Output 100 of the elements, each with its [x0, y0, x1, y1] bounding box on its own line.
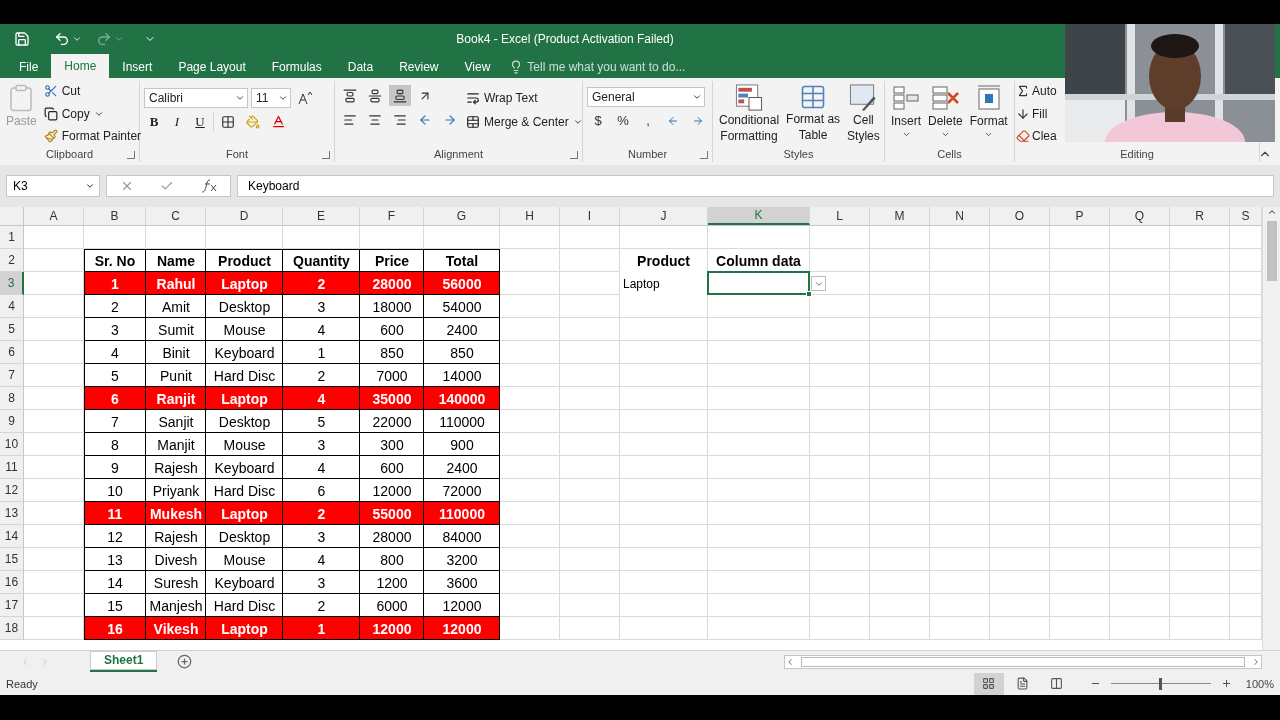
table-cell: 55000 [360, 502, 424, 525]
dialog-launcher-icon[interactable] [127, 151, 135, 159]
dialog-launcher-icon[interactable] [570, 151, 578, 159]
table-cell: 600 [360, 318, 424, 341]
row-number[interactable]: 8 [0, 387, 24, 410]
caret-icon [940, 130, 950, 139]
horizontal-scrollbar[interactable] [784, 654, 1262, 669]
row-number[interactable]: 12 [0, 479, 24, 502]
ribbon-tab[interactable]: Page Layout [165, 56, 259, 78]
chevron-left-icon [785, 656, 795, 667]
view-button[interactable] [973, 672, 1004, 695]
undo-button[interactable] [54, 31, 82, 47]
number-format-button[interactable]: $ [587, 110, 609, 131]
row-number[interactable]: 10 [0, 433, 24, 456]
number-format-button[interactable]: % [612, 110, 634, 131]
table-cell: 7 [84, 410, 146, 433]
zoom-level[interactable]: 100% [1245, 677, 1274, 690]
add-sheet-button[interactable] [177, 654, 193, 669]
zoom-in-button[interactable] [1220, 678, 1232, 689]
function-icon [200, 179, 217, 193]
insert-cells-icon [891, 83, 921, 113]
row-number[interactable]: 9 [0, 410, 24, 433]
ribbon-tab[interactable]: Formulas [258, 56, 335, 78]
table-cell: 13 [84, 548, 146, 571]
table-cell: Keyboard [206, 456, 283, 479]
tell-me-field[interactable]: Tell me what you want to do... [509, 56, 686, 78]
font-style-button[interactable]: I [167, 111, 187, 132]
row-number[interactable]: 1 [0, 226, 24, 249]
table-cell: Amit [146, 295, 206, 318]
active-cell[interactable] [707, 271, 810, 295]
dialog-launcher-icon[interactable] [700, 151, 708, 159]
row-number[interactable]: 18 [0, 617, 24, 640]
row-number[interactable]: 3 [0, 272, 24, 295]
styles-button[interactable]: Conditional Formatting [717, 81, 782, 146]
editing-button[interactable]: Auto [1016, 81, 1057, 101]
cells-button[interactable]: Format [967, 81, 1010, 146]
ribbon-tab[interactable]: Data [334, 56, 387, 78]
chevron-up-icon [1266, 207, 1277, 217]
scroll-thumb[interactable] [1266, 221, 1277, 281]
row-number[interactable]: 15 [0, 548, 24, 571]
zoom-thumb[interactable] [1158, 677, 1162, 690]
ribbon-tab[interactable]: View [451, 56, 504, 78]
row-number[interactable]: 5 [0, 318, 24, 341]
copy-icon [43, 106, 58, 121]
cut-button[interactable]: Cut [41, 81, 144, 101]
row-number[interactable]: 4 [0, 295, 24, 318]
cells-button[interactable]: Insert [889, 81, 923, 146]
column-letter[interactable]: K [708, 207, 810, 225]
table-cell: 140000 [424, 387, 500, 410]
formula-input[interactable]: Keyboard [237, 175, 1274, 197]
vertical-scrollbar[interactable] [1262, 207, 1280, 650]
styles-button[interactable]: Cell Styles [845, 81, 882, 146]
table-cell: Rajesh [146, 456, 206, 479]
table-cell: 15 [84, 594, 146, 617]
row-number[interactable]: 14 [0, 525, 24, 548]
number-format-field[interactable]: General [587, 87, 705, 107]
page-icon [1016, 677, 1030, 690]
row-number[interactable]: 11 [0, 456, 24, 479]
merge-center-button[interactable]: Merge & Center [464, 111, 585, 132]
row-number[interactable]: 2 [0, 249, 24, 272]
table-header: Price [360, 249, 424, 272]
merge-cells-icon [466, 114, 480, 129]
cells-button[interactable]: Delete [926, 81, 965, 146]
fill-handle[interactable] [806, 291, 812, 297]
font-size-field[interactable]: 11 [251, 87, 291, 108]
table-cell: 3200 [424, 548, 500, 571]
table-cell: 3 [283, 295, 360, 318]
save-button[interactable] [14, 31, 30, 47]
editing-button[interactable]: Fill [1016, 103, 1057, 124]
table-cell: 2 [283, 594, 360, 617]
table-cell: Mouse [206, 433, 283, 456]
align-right-icon [393, 112, 407, 127]
wrap-text-button[interactable]: Wrap Text [464, 87, 585, 108]
row-number[interactable]: 17 [0, 594, 24, 617]
sheet-tab[interactable]: Sheet1 [90, 650, 158, 673]
font-style-button[interactable]: U [190, 111, 210, 132]
format-painter-button[interactable]: Format Painter [41, 126, 144, 146]
row-number[interactable]: 6 [0, 341, 24, 364]
ribbon-tab[interactable]: File [6, 56, 52, 78]
font-style-button[interactable]: B [144, 111, 164, 132]
ribbon-tab[interactable]: Review [386, 56, 452, 78]
columns-icon [1050, 677, 1064, 690]
save-icon [14, 31, 30, 47]
dialog-launcher-icon[interactable] [322, 151, 330, 159]
font-name-field[interactable]: Calibri [144, 87, 248, 108]
name-box[interactable]: K3 [6, 175, 100, 197]
copy-button[interactable]: Copy [41, 103, 144, 124]
vertical-align-button[interactable] [389, 85, 411, 106]
row-number[interactable]: 16 [0, 571, 24, 594]
row-number[interactable]: 13 [0, 502, 24, 525]
table-cell: 800 [360, 548, 424, 571]
row-number[interactable]: 7 [0, 364, 24, 387]
table-cell: 7000 [360, 364, 424, 387]
table-cell: 72000 [424, 479, 500, 502]
number-format-button[interactable]: , [637, 110, 659, 131]
editing-button[interactable]: Clea [1016, 126, 1057, 146]
table-cell: 14 [84, 571, 146, 594]
ribbon-tab[interactable]: Home [51, 54, 110, 78]
ribbon-tab[interactable]: Insert [109, 56, 166, 78]
styles-button[interactable]: Format as Table [784, 81, 843, 146]
